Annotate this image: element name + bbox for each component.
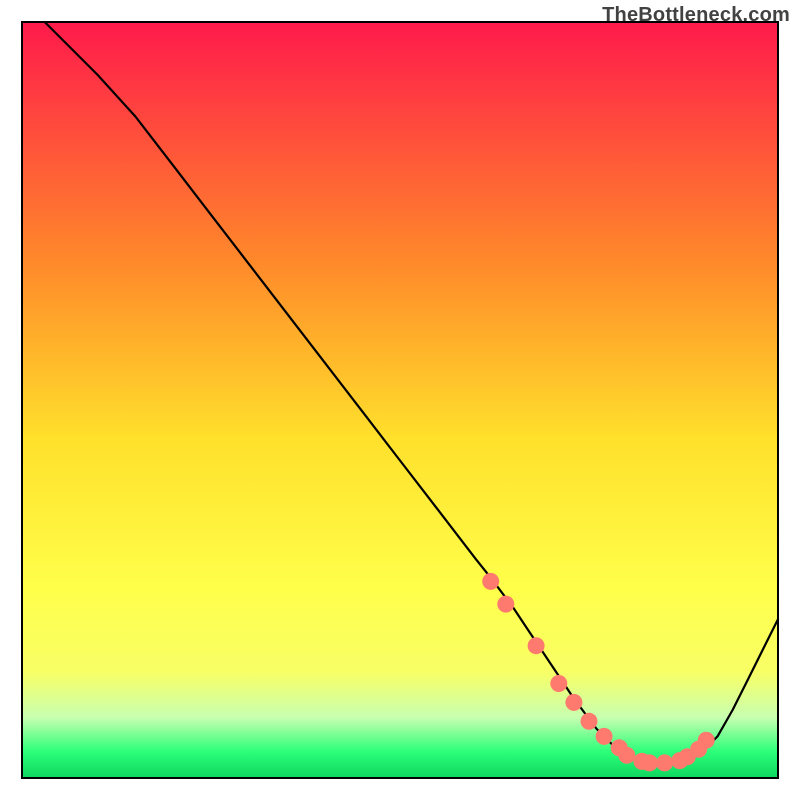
chart-container: { "attribution": "TheBottleneck.com", "c… — [0, 0, 800, 800]
marker-point — [528, 637, 545, 654]
marker-point — [618, 747, 635, 764]
marker-point — [581, 713, 598, 730]
plot-background — [22, 22, 778, 778]
marker-point — [550, 675, 567, 692]
marker-point — [698, 732, 715, 749]
marker-point — [482, 573, 499, 590]
marker-point — [656, 754, 673, 771]
bottleneck-chart — [0, 0, 800, 800]
attribution-text: TheBottleneck.com — [602, 4, 790, 27]
marker-point — [565, 694, 582, 711]
marker-point — [596, 728, 613, 745]
marker-point — [641, 754, 658, 771]
marker-point — [497, 596, 514, 613]
